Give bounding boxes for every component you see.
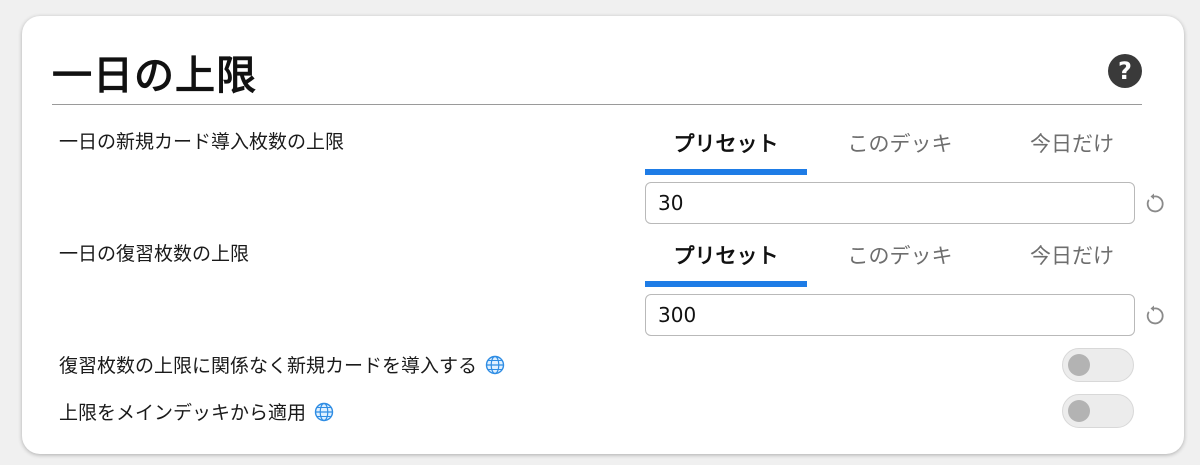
apply-limits-from-parent-toggle[interactable]: [1062, 394, 1134, 428]
section-title: 一日の上限: [52, 53, 257, 99]
reset-icon[interactable]: [1142, 304, 1166, 328]
tab-today-only[interactable]: 今日だけ: [991, 129, 1153, 171]
help-icon[interactable]: ?: [1108, 54, 1142, 88]
review-limit-label: 一日の復習枚数の上限: [59, 243, 250, 265]
tab-today-only[interactable]: 今日だけ: [991, 241, 1153, 283]
new-cards-limit-label: 一日の新規カード導入枚数の上限: [59, 131, 345, 153]
tab-this-deck[interactable]: このデッキ: [819, 129, 981, 171]
daily-limits-card: 一日の上限 ? 一日の新規カード導入枚数の上限 プリセット このデッキ 今日だけ…: [22, 16, 1184, 454]
new-cards-limit-tabs: プリセット このデッキ 今日だけ: [645, 129, 1155, 175]
option-label: 上限をメインデッキから適用: [59, 402, 307, 424]
tab-preset-label: プリセット: [673, 244, 779, 268]
reset-icon[interactable]: [1142, 192, 1166, 216]
new-cards-ignore-review-limit-label: 復習枚数の上限に関係なく新規カードを導入する: [59, 354, 505, 378]
review-limit-tabs: プリセット このデッキ 今日だけ: [645, 241, 1155, 287]
new-cards-limit-input[interactable]: [645, 182, 1135, 224]
tab-preset-label: プリセット: [673, 132, 779, 156]
tab-this-deck[interactable]: このデッキ: [819, 241, 981, 283]
toggle-knob: [1068, 400, 1090, 422]
tab-this-deck-label: このデッキ: [847, 244, 953, 268]
title-divider: [52, 104, 1142, 105]
tab-today-only-label: 今日だけ: [1030, 132, 1114, 156]
globe-icon: [485, 355, 505, 375]
tab-preset[interactable]: プリセット: [645, 129, 807, 175]
review-limit-input[interactable]: [645, 294, 1135, 336]
tab-preset[interactable]: プリセット: [645, 241, 807, 287]
apply-limits-from-parent-label: 上限をメインデッキから適用: [59, 401, 334, 425]
globe-icon: [314, 402, 334, 422]
option-label: 復習枚数の上限に関係なく新規カードを導入する: [59, 355, 478, 377]
tab-this-deck-label: このデッキ: [847, 132, 953, 156]
toggle-knob: [1068, 354, 1090, 376]
active-tab-indicator: [645, 281, 807, 287]
active-tab-indicator: [645, 169, 807, 175]
tab-today-only-label: 今日だけ: [1030, 244, 1114, 268]
new-cards-ignore-review-limit-toggle[interactable]: [1062, 348, 1134, 382]
